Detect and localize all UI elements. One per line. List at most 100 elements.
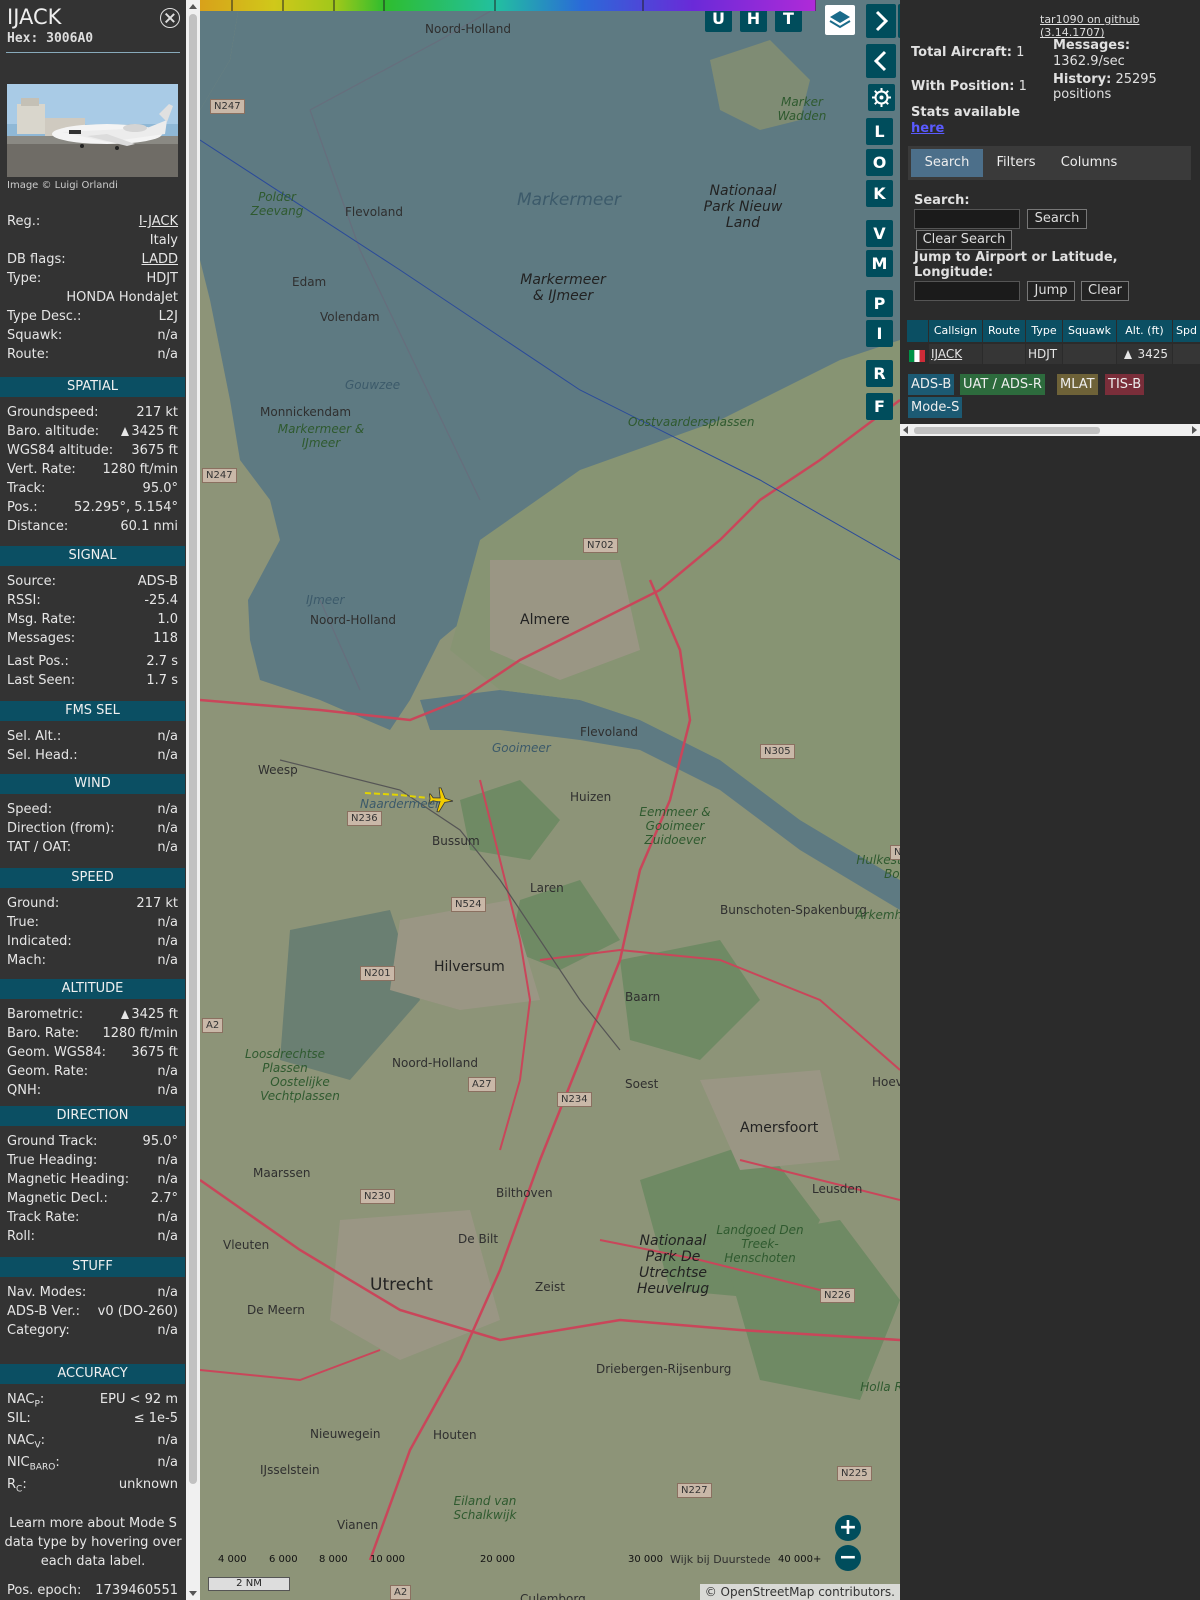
info-row-label-text: R — [7, 1477, 17, 1492]
info-row-label[interactable]: Nav. Modes: — [7, 1284, 86, 1302]
horizontal-scrollbar-thumb[interactable] — [914, 427, 1100, 434]
info-row-label[interactable]: True Heading: — [7, 1152, 97, 1170]
info-row-label[interactable]: Reg.: — [7, 213, 40, 231]
table-header-route[interactable]: Route — [983, 320, 1025, 342]
stats-link[interactable]: here — [911, 121, 944, 136]
table-header-speed[interactable]: Spd — [1173, 320, 1200, 342]
info-row-label[interactable]: DB flags: — [7, 251, 66, 269]
info-row-label[interactable]: Category: — [7, 1322, 70, 1340]
scrollbar-thumb[interactable] — [189, 14, 197, 1484]
map-toggle-k[interactable]: K — [866, 180, 893, 207]
info-row-label[interactable]: Sel. Alt.: — [7, 728, 61, 746]
map-attribution[interactable]: © OpenStreetMap contributors. — [699, 1584, 900, 1600]
info-row: Sel. Head.: n/a — [7, 747, 178, 765]
info-row-label[interactable]: Ground Track: — [7, 1133, 97, 1151]
info-row-label[interactable]: Type Desc.: — [7, 308, 81, 326]
info-row-label[interactable]: True: — [7, 914, 39, 932]
map-toggle-f[interactable]: F — [866, 393, 893, 420]
info-row-label[interactable]: Magnetic Heading: — [7, 1171, 129, 1189]
info-row-label[interactable]: RC: — [7, 1476, 27, 1499]
info-row-label[interactable]: Pos.: — [7, 499, 38, 517]
info-row-label[interactable]: Mach: — [7, 952, 46, 970]
info-row-label[interactable]: WGS84 altitude: — [7, 442, 113, 460]
info-row-label[interactable]: Messages: — [7, 630, 75, 648]
info-row-label[interactable]: Msg. Rate: — [7, 611, 76, 629]
with-position: With Position: 1 — [911, 79, 1027, 94]
table-header-type[interactable]: Type — [1026, 320, 1062, 342]
info-row-label[interactable]: Groundspeed: — [7, 404, 98, 422]
info-row-label[interactable]: Ground: — [7, 895, 59, 913]
info-row-label[interactable]: Squawk: — [7, 327, 62, 345]
settings-button[interactable] — [868, 84, 895, 111]
map-toggle-p[interactable]: P — [866, 290, 893, 317]
row-callsign[interactable]: IJACK — [929, 344, 982, 364]
collapse-sidebar-button[interactable] — [866, 44, 896, 78]
info-row-label[interactable]: Type: — [7, 270, 41, 288]
map-place-label: Culemborg — [520, 1592, 586, 1600]
jump-button[interactable]: Jump — [1027, 281, 1075, 301]
info-row-label[interactable]: NICBARO: — [7, 1454, 60, 1477]
info-row-label[interactable]: Sel. Head.: — [7, 747, 78, 765]
info-row-label[interactable]: ADS-B Ver.: — [7, 1303, 80, 1321]
info-row-label[interactable]: Last Pos.: — [7, 653, 69, 671]
scroll-left-icon[interactable] — [903, 426, 908, 434]
map-toggle-m[interactable]: M — [866, 250, 893, 277]
info-row-value[interactable]: LADD — [142, 251, 178, 269]
table-header-altitude[interactable]: Alt. (ft) — [1117, 320, 1172, 342]
info-row-label[interactable]: Distance: — [7, 518, 68, 536]
map[interactable]: Markermeer Markermeer & IJmeer Nationaal P… — [200, 0, 900, 1600]
info-row-value-text: n/a — [157, 1153, 178, 1168]
info-row-label[interactable]: Route: — [7, 346, 49, 364]
info-row-label[interactable]: QNH: — [7, 1082, 41, 1100]
info-row-value-text: 1.0 — [157, 612, 178, 627]
jump-input[interactable] — [914, 281, 1020, 301]
info-row-label[interactable]: Roll: — [7, 1228, 35, 1246]
scroll-right-icon[interactable] — [1192, 426, 1197, 434]
info-row-label[interactable]: SIL: — [7, 1410, 31, 1428]
scroll-down-icon[interactable] — [189, 1591, 197, 1596]
scroll-up-icon[interactable] — [189, 4, 197, 9]
zoom-out-button[interactable]: − — [835, 1545, 861, 1571]
aircraft-photo[interactable] — [7, 84, 178, 177]
info-row-label[interactable]: Vert. Rate: — [7, 461, 76, 479]
github-link[interactable]: tar1090 on github (3.14.1707) — [1040, 13, 1200, 39]
map-place-label: Gouwzee — [345, 378, 401, 392]
clear-search-button[interactable]: Clear Search — [916, 230, 1012, 250]
tab-columns[interactable]: Columns — [1049, 149, 1129, 177]
close-icon[interactable] — [160, 8, 180, 28]
layers-button[interactable] — [825, 5, 855, 35]
info-row-value[interactable]: I-JACK — [139, 213, 178, 231]
map-toggle-r[interactable]: R — [866, 360, 893, 387]
info-row-label[interactable]: Track: — [7, 480, 45, 498]
search-input[interactable] — [914, 209, 1020, 229]
info-row-label[interactable]: Geom. Rate: — [7, 1063, 88, 1081]
info-row-label[interactable]: Barometric: — [7, 1006, 83, 1024]
clear-button[interactable]: Clear — [1081, 281, 1129, 301]
info-row-label[interactable]: Geom. WGS84: — [7, 1044, 106, 1062]
info-row-label[interactable]: Source: — [7, 573, 56, 591]
info-row-label[interactable]: Indicated: — [7, 933, 72, 951]
search-button[interactable]: Search — [1027, 209, 1087, 229]
info-row-label[interactable]: NACV: — [7, 1432, 45, 1455]
zoom-in-button[interactable]: + — [835, 1515, 861, 1541]
expand-sidebar-button[interactable] — [866, 4, 896, 38]
map-toggle-o[interactable]: O — [866, 149, 893, 176]
info-row-label[interactable]: Magnetic Decl.: — [7, 1190, 108, 1208]
info-row-label[interactable]: RSSI: — [7, 592, 41, 610]
tab-search[interactable]: Search — [911, 149, 983, 177]
table-header-squawk[interactable]: Squawk — [1063, 320, 1116, 342]
left-panel-scrollbar[interactable] — [186, 0, 200, 1600]
info-row-label[interactable]: TAT / OAT: — [7, 839, 71, 857]
table-horizontal-scrollbar[interactable] — [900, 424, 1200, 436]
tab-filters[interactable]: Filters — [988, 149, 1044, 177]
info-row-label[interactable]: Direction (from): — [7, 820, 115, 838]
info-row-label[interactable]: Last Seen: — [7, 672, 75, 690]
table-header-callsign[interactable]: Callsign — [929, 320, 982, 342]
info-row-label[interactable]: Track Rate: — [7, 1209, 79, 1227]
map-toggle-i[interactable]: I — [866, 320, 893, 347]
info-row-label[interactable]: Baro. altitude: — [7, 423, 99, 441]
info-row-label[interactable]: Speed: — [7, 801, 52, 819]
map-toggle-v[interactable]: V — [866, 220, 893, 247]
info-row-label[interactable]: Baro. Rate: — [7, 1025, 79, 1043]
map-toggle-l[interactable]: L — [866, 118, 893, 145]
